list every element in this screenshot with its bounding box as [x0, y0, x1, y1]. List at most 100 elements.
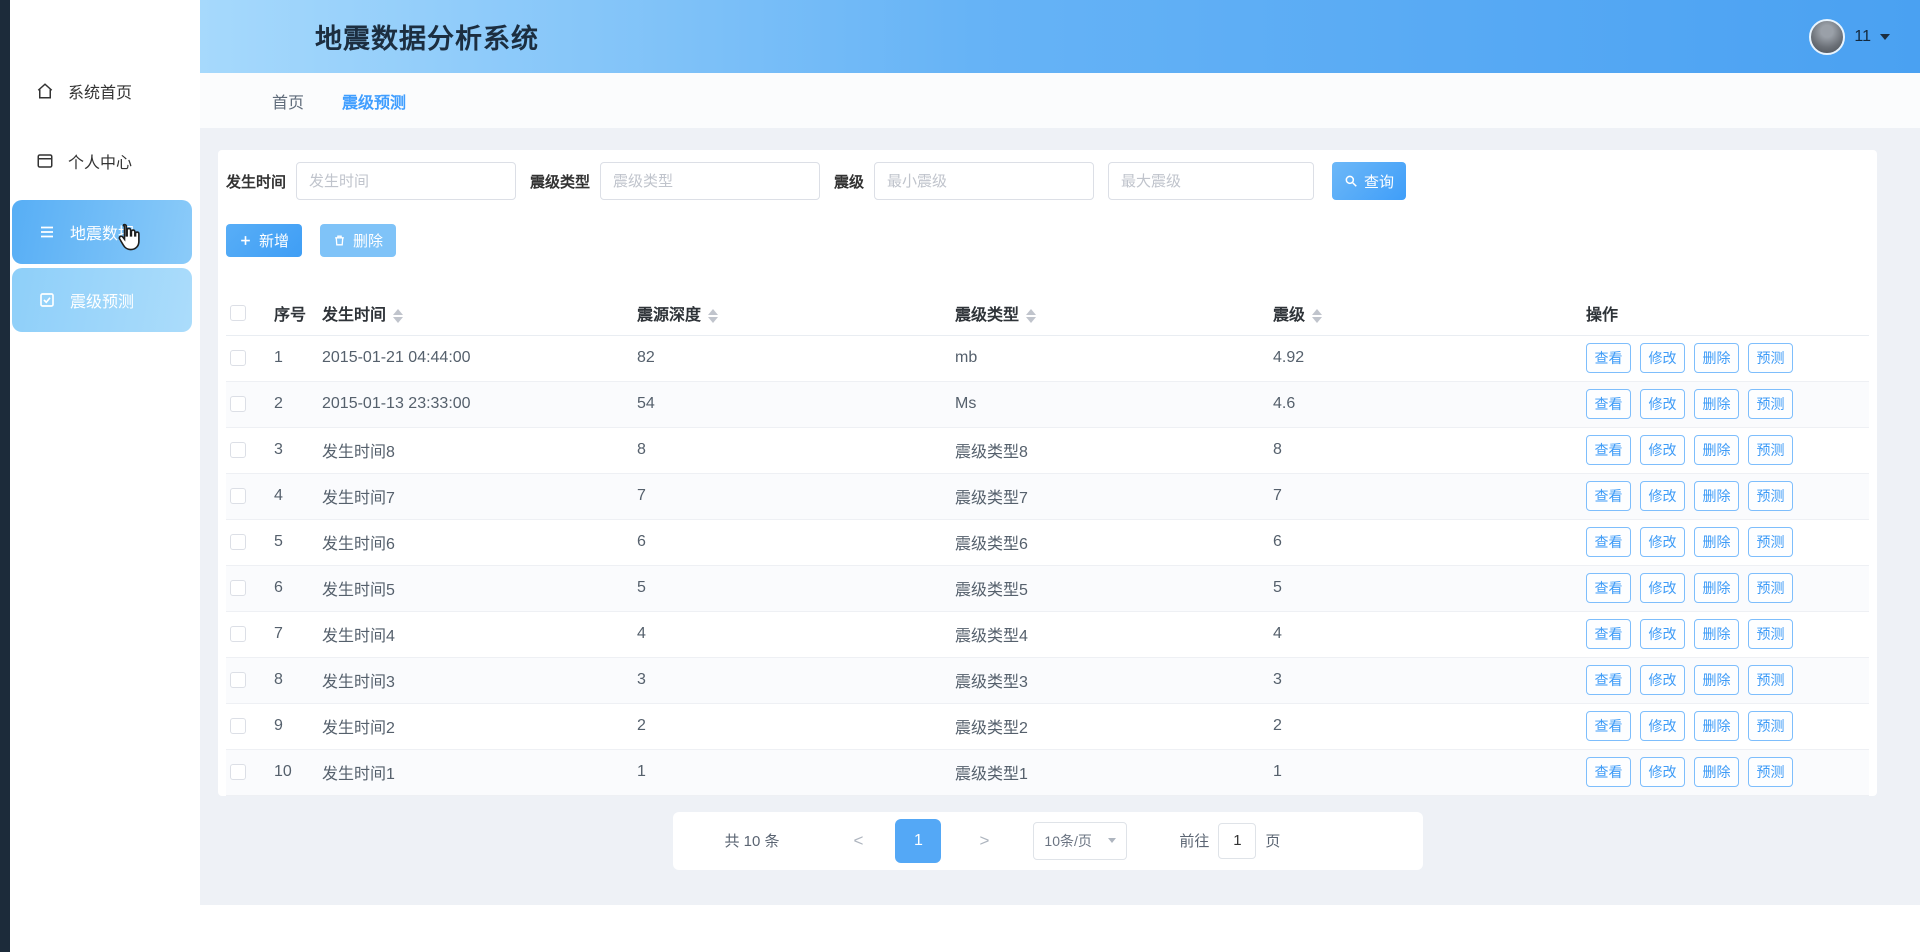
filter-type-input[interactable]: [600, 162, 820, 200]
row-checkbox[interactable]: [230, 534, 246, 550]
row-action-predict-button[interactable]: 预测: [1748, 573, 1793, 603]
row-action-delete-button[interactable]: 删除: [1694, 435, 1739, 465]
row-action-edit-button[interactable]: 修改: [1640, 481, 1685, 511]
row-action-delete-button[interactable]: 删除: [1694, 481, 1739, 511]
row-action-delete-button[interactable]: 删除: [1694, 619, 1739, 649]
header-index: 序号: [274, 291, 322, 335]
row-index: 1: [274, 335, 322, 381]
tab-magnitude-prediction[interactable]: 震级预测: [342, 89, 406, 113]
page-size-select[interactable]: 10条/页: [1033, 822, 1127, 860]
filter-time-input[interactable]: [296, 162, 516, 200]
row-checkbox[interactable]: [230, 718, 246, 734]
row-action-view-button[interactable]: 查看: [1586, 619, 1631, 649]
row-action-delete-button[interactable]: 删除: [1694, 389, 1739, 419]
row-type: 震级类型6: [955, 519, 1273, 565]
row-action-edit-button[interactable]: 修改: [1640, 757, 1685, 787]
row-action-predict-button[interactable]: 预测: [1748, 389, 1793, 419]
row-action-view-button[interactable]: 查看: [1586, 711, 1631, 741]
row-action-edit-button[interactable]: 修改: [1640, 527, 1685, 557]
row-time: 发生时间8: [322, 427, 637, 473]
row-action-view-button[interactable]: 查看: [1586, 757, 1631, 787]
row-actions: 查看修改删除预测: [1586, 381, 1869, 427]
row-action-view-button[interactable]: 查看: [1586, 573, 1631, 603]
user-menu[interactable]: 11: [1809, 19, 1890, 55]
filter-group-time: 发生时间: [226, 162, 516, 200]
sidebar-item-profile[interactable]: 个人中心: [10, 126, 200, 196]
row-action-view-button[interactable]: 查看: [1586, 481, 1631, 511]
select-all-checkbox[interactable]: [230, 305, 246, 321]
row-depth: 3: [637, 657, 955, 703]
header-magnitude[interactable]: 震级: [1273, 291, 1586, 335]
add-button[interactable]: 新增: [226, 224, 302, 257]
row-depth: 4: [637, 611, 955, 657]
sidebar-item-label: 系统首页: [68, 79, 132, 103]
current-page-button[interactable]: 1: [895, 819, 941, 863]
row-action-predict-button[interactable]: 预测: [1748, 343, 1793, 373]
prev-page-button[interactable]: <: [854, 831, 864, 851]
row-action-delete-button[interactable]: 删除: [1694, 665, 1739, 695]
row-action-predict-button[interactable]: 预测: [1748, 757, 1793, 787]
row-action-edit-button[interactable]: 修改: [1640, 665, 1685, 695]
row-checkbox[interactable]: [230, 580, 246, 596]
row-action-edit-button[interactable]: 修改: [1640, 343, 1685, 373]
row-time: 发生时间4: [322, 611, 637, 657]
goto-label: 前往: [1179, 830, 1209, 851]
sidebar-item-label: 地震数据: [70, 220, 134, 244]
row-action-view-button[interactable]: 查看: [1586, 527, 1631, 557]
sort-caret-icon[interactable]: [708, 309, 718, 323]
row-action-predict-button[interactable]: 预测: [1748, 481, 1793, 511]
sidebar-item-earthquake-data[interactable]: 地震数据: [12, 200, 192, 264]
row-action-edit-button[interactable]: 修改: [1640, 435, 1685, 465]
row-action-view-button[interactable]: 查看: [1586, 389, 1631, 419]
row-checkbox[interactable]: [230, 396, 246, 412]
filter-type-label: 震级类型: [530, 171, 590, 192]
row-action-edit-button[interactable]: 修改: [1640, 573, 1685, 603]
row-checkbox[interactable]: [230, 626, 246, 642]
sort-caret-icon[interactable]: [393, 309, 403, 323]
sidebar-item-home[interactable]: 系统首页: [10, 56, 200, 126]
header-type[interactable]: 震级类型: [955, 291, 1273, 335]
row-checkbox[interactable]: [230, 764, 246, 780]
row-action-delete-button[interactable]: 删除: [1694, 343, 1739, 373]
table-row: 9发生时间22震级类型22查看修改删除预测: [226, 703, 1869, 749]
table-row: 22015-01-13 23:33:0054Ms4.6查看修改删除预测: [226, 381, 1869, 427]
row-action-delete-button[interactable]: 删除: [1694, 527, 1739, 557]
tab-home[interactable]: 首页: [272, 89, 304, 113]
row-action-predict-button[interactable]: 预测: [1748, 711, 1793, 741]
row-action-predict-button[interactable]: 预测: [1748, 619, 1793, 649]
goto-page-input[interactable]: [1218, 823, 1256, 859]
avatar[interactable]: [1809, 19, 1845, 55]
row-action-view-button[interactable]: 查看: [1586, 665, 1631, 695]
row-checkbox[interactable]: [230, 672, 246, 688]
sidebar-item-magnitude-prediction[interactable]: 震级预测: [12, 268, 192, 332]
row-action-predict-button[interactable]: 预测: [1748, 435, 1793, 465]
header-time[interactable]: 发生时间: [322, 291, 637, 335]
row-type: mb: [955, 335, 1273, 381]
next-page-button[interactable]: >: [979, 831, 989, 851]
row-action-delete-button[interactable]: 删除: [1694, 573, 1739, 603]
row-action-edit-button[interactable]: 修改: [1640, 389, 1685, 419]
row-index: 7: [274, 611, 322, 657]
left-dark-rail: [0, 0, 10, 952]
filter-max-magnitude-input[interactable]: [1108, 162, 1314, 200]
row-action-edit-button[interactable]: 修改: [1640, 619, 1685, 649]
row-action-view-button[interactable]: 查看: [1586, 343, 1631, 373]
row-depth: 82: [637, 335, 955, 381]
row-action-edit-button[interactable]: 修改: [1640, 711, 1685, 741]
sort-caret-icon[interactable]: [1026, 309, 1036, 323]
row-action-predict-button[interactable]: 预测: [1748, 665, 1793, 695]
row-checkbox[interactable]: [230, 442, 246, 458]
sort-caret-icon[interactable]: [1312, 309, 1322, 323]
filter-min-magnitude-input[interactable]: [874, 162, 1094, 200]
header-depth[interactable]: 震源深度: [637, 291, 955, 335]
delete-button[interactable]: 删除: [320, 224, 396, 257]
row-action-predict-button[interactable]: 预测: [1748, 527, 1793, 557]
row-checkbox[interactable]: [230, 350, 246, 366]
row-action-view-button[interactable]: 查看: [1586, 435, 1631, 465]
row-action-delete-button[interactable]: 删除: [1694, 711, 1739, 741]
row-checkbox[interactable]: [230, 488, 246, 504]
row-time: 发生时间3: [322, 657, 637, 703]
search-button[interactable]: 查询: [1332, 162, 1406, 200]
row-action-delete-button[interactable]: 删除: [1694, 757, 1739, 787]
row-index: 6: [274, 565, 322, 611]
